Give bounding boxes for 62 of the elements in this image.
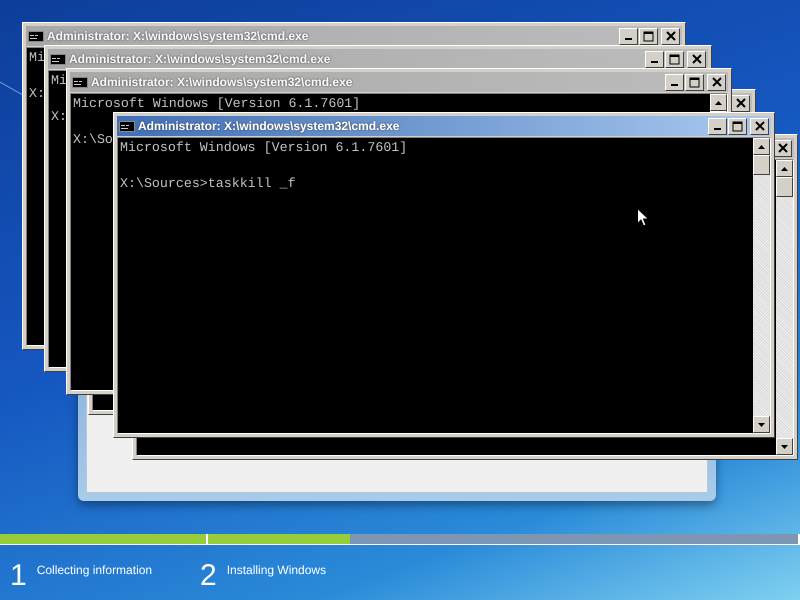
scroll-up-button[interactable] bbox=[776, 160, 793, 177]
maximize-button[interactable] bbox=[639, 28, 658, 44]
minimize-icon bbox=[651, 61, 658, 63]
close-button[interactable] bbox=[687, 50, 706, 68]
up-arrow-icon bbox=[758, 144, 765, 148]
close-icon bbox=[712, 77, 722, 87]
console-line: X:\So bbox=[73, 131, 113, 149]
close-button[interactable] bbox=[707, 74, 726, 90]
console-line: X: bbox=[29, 85, 45, 103]
console-icon bbox=[28, 30, 44, 42]
console-line: X: bbox=[51, 108, 67, 126]
maximize-icon bbox=[669, 54, 680, 64]
close-button[interactable] bbox=[731, 94, 750, 112]
close-icon bbox=[754, 121, 764, 131]
up-arrow-icon bbox=[715, 100, 722, 104]
scrollbar[interactable] bbox=[753, 138, 770, 433]
maximize-icon bbox=[689, 76, 700, 88]
console-line: X:\Sources>taskkill _f bbox=[120, 175, 296, 193]
close-button[interactable] bbox=[750, 118, 769, 134]
maximize-icon bbox=[732, 120, 743, 132]
window-title: Administrator: X:\windows\system32\cmd.exe bbox=[138, 118, 400, 135]
step-label: Collecting information bbox=[36, 562, 152, 579]
step-number: 2 bbox=[200, 559, 217, 593]
console-icon bbox=[72, 76, 88, 88]
minimize-icon bbox=[714, 128, 721, 130]
scrollbar[interactable] bbox=[776, 160, 793, 455]
down-arrow-icon bbox=[781, 444, 788, 448]
step-number: 1 bbox=[10, 559, 27, 593]
window-title: Administrator: X:\windows\system32\cmd.exe bbox=[47, 28, 308, 45]
console-icon bbox=[119, 120, 135, 132]
scroll-down-button[interactable] bbox=[776, 438, 793, 455]
scroll-up-button[interactable] bbox=[753, 138, 770, 155]
minimize-icon bbox=[671, 84, 678, 86]
scroll-thumb[interactable] bbox=[753, 155, 770, 175]
maximize-button[interactable] bbox=[728, 118, 747, 134]
minimize-button[interactable] bbox=[619, 28, 638, 44]
minimize-button[interactable] bbox=[708, 118, 727, 134]
scroll-up-button[interactable] bbox=[710, 94, 727, 111]
console-icon bbox=[50, 54, 66, 64]
up-arrow-icon bbox=[781, 166, 788, 170]
scroll-down-button[interactable] bbox=[753, 416, 770, 433]
close-icon bbox=[778, 143, 788, 153]
maximize-button[interactable] bbox=[685, 74, 704, 90]
console-line: Microsoft Windows [Version 6.1.7601] bbox=[120, 139, 408, 157]
close-button[interactable] bbox=[661, 28, 680, 44]
window-title: Administrator: X:\windows\system32\cmd.exe bbox=[91, 74, 352, 91]
console-line: Mi bbox=[51, 72, 67, 90]
close-icon bbox=[666, 31, 676, 41]
minimize-button[interactable] bbox=[645, 50, 664, 68]
maximize-icon bbox=[643, 30, 654, 42]
console-line: Microsoft Windows [Version 6.1.7601] bbox=[73, 95, 360, 113]
minimize-icon bbox=[625, 38, 632, 40]
window-title: Administrator: X:\windows\system32\cmd.exe bbox=[69, 51, 330, 68]
close-icon bbox=[736, 98, 746, 108]
minimize-button[interactable] bbox=[665, 74, 684, 90]
close-icon bbox=[692, 54, 702, 64]
mouse-pointer-icon bbox=[637, 208, 649, 227]
console-line: Mi bbox=[29, 49, 45, 67]
step-label: Installing Windows bbox=[226, 562, 326, 579]
scroll-thumb[interactable] bbox=[776, 177, 793, 197]
down-arrow-icon bbox=[758, 422, 765, 426]
maximize-button[interactable] bbox=[665, 50, 684, 68]
